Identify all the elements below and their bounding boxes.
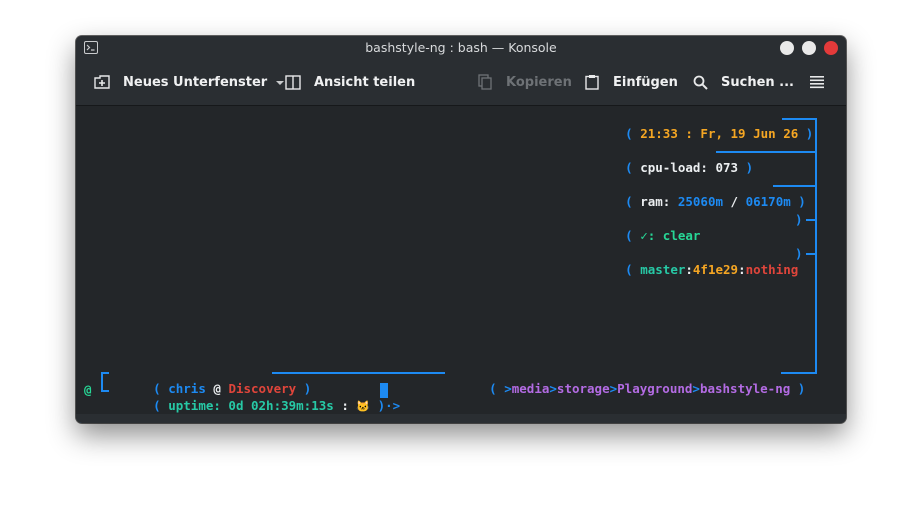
clock-open: (	[625, 126, 633, 141]
bottom-strip	[76, 414, 846, 423]
clock-text: 21:33 : Fr, 19 Jun 26	[640, 126, 799, 141]
path-sep: >	[692, 381, 700, 396]
git-hash: 4f1e29	[692, 262, 739, 277]
path-segment-playground: Playground	[617, 381, 693, 396]
ram-close: )	[798, 194, 806, 209]
new-tab-label: Neues Unterfenster	[123, 74, 268, 90]
path-open: (	[489, 381, 497, 396]
git-line: ( master:4f1e29:nothing	[580, 246, 798, 294]
prompt-path: ( >media>storage>Playground>bashstyle-ng…	[444, 365, 805, 413]
minimize-button[interactable]	[780, 41, 794, 55]
cpu-label: cpu-load:	[640, 160, 708, 175]
git-colon-1: :	[685, 262, 693, 277]
git-colon-2: :	[738, 262, 746, 277]
toolbar: Neues Unterfenster Ansicht teilen Kopier…	[76, 59, 846, 106]
prompt-uptime-colon: :	[341, 398, 349, 413]
ram-sep: /	[730, 194, 739, 209]
cat-emoji-icon: 🐱	[356, 400, 371, 413]
window-title: bashstyle-ng : bash — Konsole	[365, 40, 557, 55]
hamburger-menu-icon	[808, 73, 826, 91]
konsole-window: bashstyle-ng : bash — Konsole Neues Unte…	[76, 36, 846, 423]
search-button[interactable]: Suchen ...	[691, 59, 794, 105]
path-sep: >	[504, 381, 512, 396]
hamburger-menu-button[interactable]	[808, 59, 826, 105]
path-sep: >	[609, 381, 618, 396]
status-open: (	[625, 228, 633, 243]
git-branch: master	[640, 262, 686, 277]
git-open: (	[625, 262, 633, 277]
path-close: )	[797, 381, 806, 396]
maximize-button[interactable]	[802, 41, 816, 55]
split-view-button[interactable]: Ansicht teilen	[284, 59, 415, 105]
prompt-at-marker: @	[84, 382, 92, 397]
prompt2-open: (	[153, 398, 161, 413]
prompt2-close: )·>	[377, 398, 401, 413]
paste-label: Einfügen	[613, 74, 678, 90]
terminal-area[interactable]: ( 21:33 : Fr, 19 Jun 26 ) ( cpu-load: 07…	[76, 106, 846, 423]
ram-label: ram:	[640, 194, 671, 209]
git-state: nothing	[745, 262, 799, 277]
path-sep: >	[549, 381, 557, 396]
cpu-value: 073	[715, 160, 739, 175]
prompt-uptime: uptime: 0d 02h:39m:13s	[168, 398, 334, 413]
search-icon	[691, 73, 709, 91]
path-segment-storage: storage	[556, 381, 610, 396]
clock-close: )	[805, 126, 814, 141]
cpu-open: (	[625, 160, 633, 175]
git-close: )	[795, 246, 803, 261]
copy-label: Kopieren	[506, 74, 572, 90]
ram-used: 25060m	[677, 194, 724, 209]
path-segment-media: media	[511, 381, 550, 396]
paste-icon	[583, 73, 601, 91]
split-view-label: Ansicht teilen	[314, 74, 416, 90]
paste-button[interactable]: Einfügen	[583, 59, 678, 105]
split-view-icon	[284, 73, 302, 91]
copy-button[interactable]: Kopieren	[476, 59, 572, 105]
new-tab-button[interactable]: Neues Unterfenster	[93, 59, 285, 105]
close-button[interactable]	[824, 41, 838, 55]
status-text: ✓: clear	[640, 228, 701, 243]
search-label: Suchen ...	[721, 74, 794, 90]
new-tab-icon	[93, 73, 111, 91]
copy-icon	[476, 73, 494, 91]
ram-open: (	[625, 194, 633, 209]
text-cursor	[380, 383, 388, 398]
cpu-close: )	[745, 160, 754, 175]
title-bar[interactable]: bashstyle-ng : bash — Konsole	[76, 36, 846, 59]
status-close: )	[795, 212, 803, 227]
ram-free: 06170m	[745, 194, 791, 209]
path-segment-bashstyle-ng: bashstyle-ng	[699, 381, 791, 396]
